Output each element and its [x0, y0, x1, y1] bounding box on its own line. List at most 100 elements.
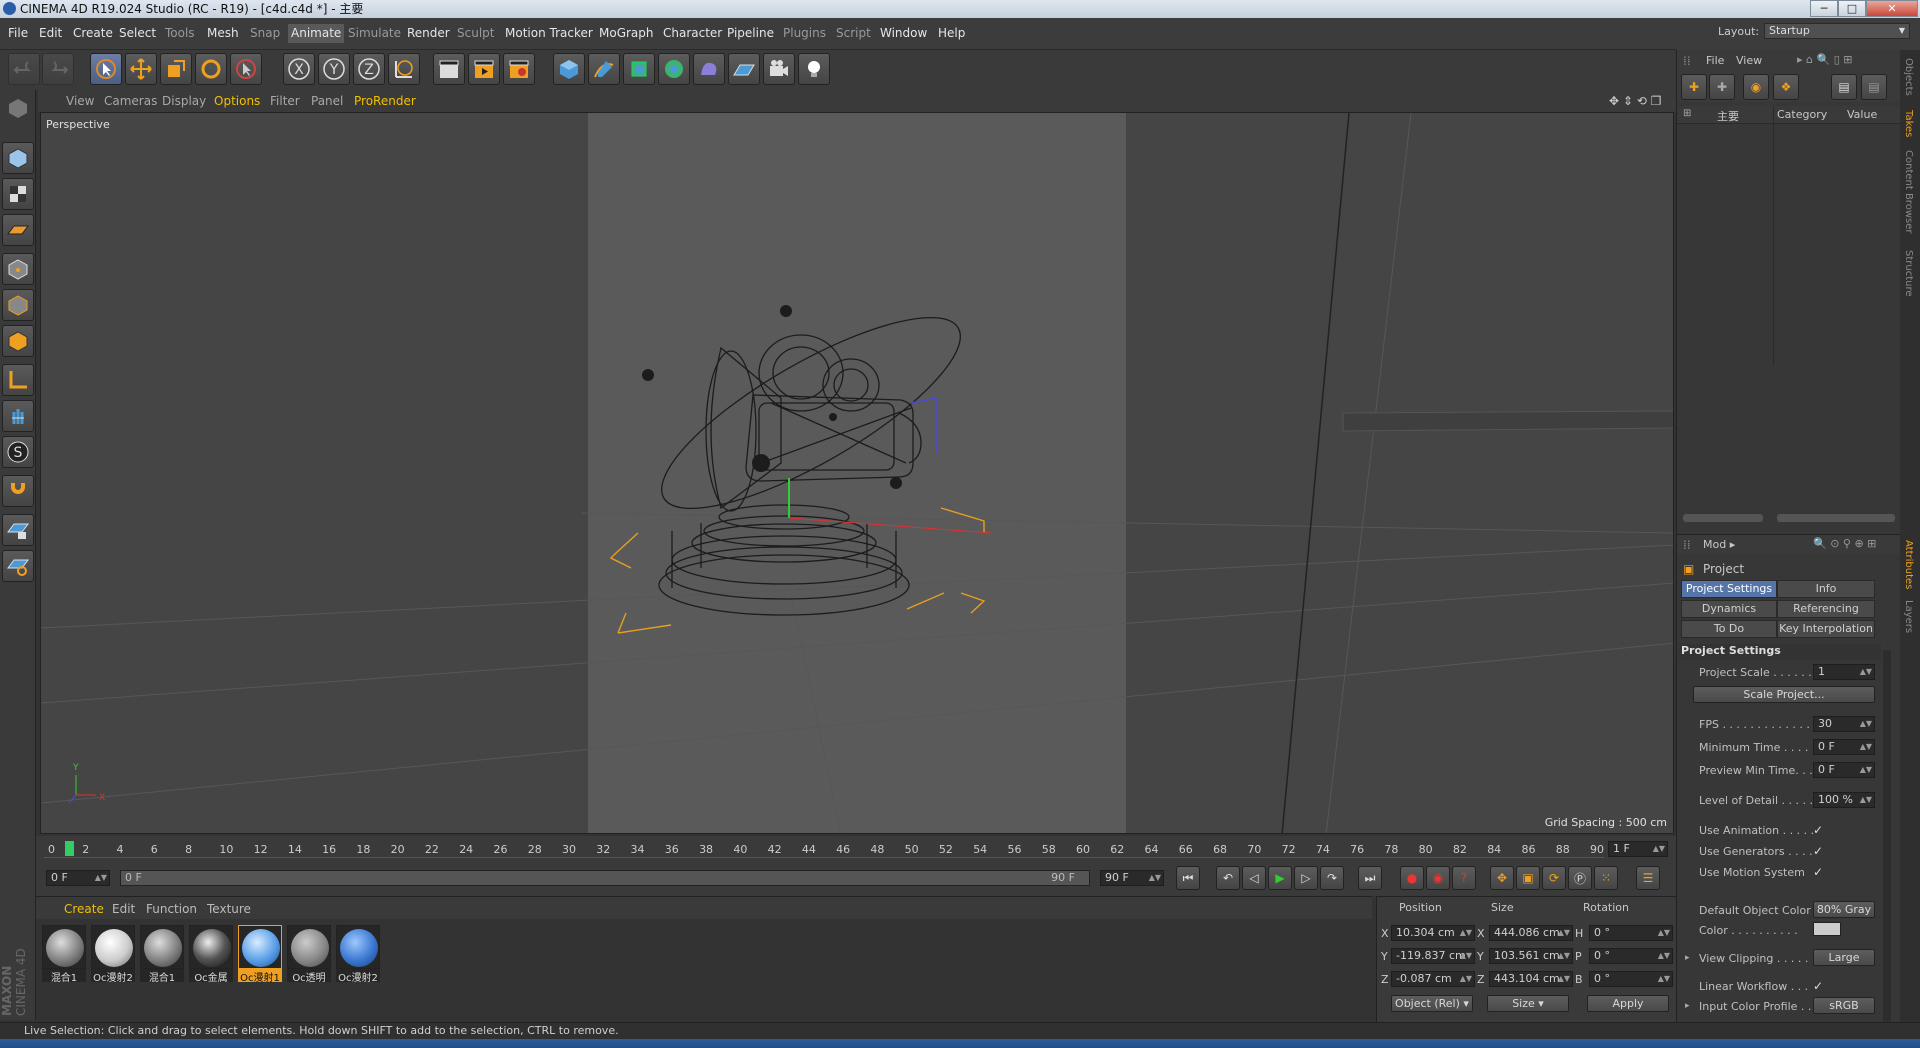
tab-todo[interactable]: To Do [1681, 620, 1777, 638]
close-button[interactable]: ✕ [1866, 0, 1918, 17]
om-tool-4-button[interactable]: ❖ [1773, 74, 1799, 100]
scale-tool-button[interactable] [160, 53, 192, 85]
menu-script[interactable]: Script [836, 26, 871, 40]
menu-animate[interactable]: Animate [288, 24, 345, 43]
coord-size-field[interactable]: 103.561 cm ▲▼ [1489, 948, 1573, 964]
goto-prev-key-button[interactable]: ↶ [1216, 866, 1240, 890]
coord-mode-dropdown[interactable]: Object (Rel) ▾ [1391, 995, 1473, 1012]
spinner-icon[interactable]: ▲▼ [1658, 926, 1670, 940]
coord-rotation-field[interactable]: 0 ° ▲▼ [1589, 948, 1673, 964]
dropdown-view-clipping[interactable]: Large [1813, 949, 1875, 966]
root-object[interactable]: 主要 [1717, 108, 1739, 124]
enable-snap-button[interactable] [2, 475, 34, 507]
render-settings-button[interactable] [503, 53, 535, 85]
coordinate-system-button[interactable] [388, 53, 420, 85]
goto-next-key-button[interactable]: ↷ [1320, 866, 1344, 890]
render-to-picture-viewer-button[interactable] [468, 53, 500, 85]
vp-menu-display[interactable]: Display [162, 94, 206, 108]
dropdown-input-color-profile[interactable]: sRGB [1813, 997, 1875, 1014]
expand-arrow-2-icon[interactable]: ▸ [1685, 1001, 1690, 1011]
undo-button[interactable] [8, 53, 40, 85]
apply-button[interactable]: Apply [1587, 995, 1669, 1012]
spinner-icon[interactable]: ▲▼ [1658, 949, 1670, 963]
input-fps[interactable]: 30 ▲▼ [1813, 716, 1875, 732]
om-hscroll-right[interactable] [1777, 514, 1895, 522]
key-rotation-button[interactable]: ⟳ [1542, 866, 1566, 890]
add-cube-button[interactable] [553, 53, 585, 85]
workplane-mode-button[interactable] [2, 214, 34, 246]
spinner-icon[interactable]: ▲▼ [1658, 972, 1670, 986]
coord-rotation-field[interactable]: 0 ° ▲▼ [1589, 971, 1673, 987]
goto-start-button[interactable]: ⏮ [1176, 866, 1200, 890]
play-button[interactable]: ▶ [1268, 866, 1292, 890]
side-tab-takes[interactable]: Takes [1903, 110, 1914, 137]
menu-render[interactable]: Render [407, 26, 450, 40]
spinner-icon[interactable]: ▲▼ [1460, 949, 1472, 963]
attr-mode-menu[interactable]: Mod ▸ [1703, 538, 1735, 551]
end-frame-field[interactable]: 90 F ▲▼ [1100, 870, 1164, 886]
menu-window[interactable]: Window [880, 26, 927, 40]
menu-tools[interactable]: Tools [165, 26, 195, 40]
model-mode-button[interactable] [2, 142, 34, 174]
next-frame-button[interactable]: ▷ [1294, 866, 1318, 890]
key-position-button[interactable]: ✥ [1490, 866, 1514, 890]
start-frame-field[interactable]: 0 F ▲▼ [46, 870, 110, 886]
input-min-time[interactable]: 0 F ▲▼ [1813, 739, 1875, 755]
om-tool-5-button[interactable]: ▤ [1831, 74, 1857, 100]
input-preview-min-time[interactable]: 0 F ▲▼ [1813, 762, 1875, 778]
preview-range-slider[interactable]: 0 F 90 F [120, 870, 1090, 886]
input-lod[interactable]: 100 % ▲▼ [1813, 792, 1875, 808]
edges-mode-button[interactable] [2, 289, 34, 321]
menu-sculpt[interactable]: Sculpt [457, 26, 494, 40]
material-thumbnail[interactable] [42, 925, 86, 969]
keyframe-selection-button[interactable]: ? [1452, 866, 1476, 890]
snap-button[interactable]: S [2, 436, 34, 468]
rotate-tool-button[interactable] [195, 53, 227, 85]
vp-menu-filter[interactable]: Filter [270, 94, 300, 108]
autokey-button[interactable]: ◉ [1426, 866, 1450, 890]
om-tool-6-button[interactable]: ▤ [1861, 74, 1887, 100]
menu-select[interactable]: Select [119, 26, 156, 40]
menu-snap[interactable]: Snap [250, 26, 280, 40]
menu-create[interactable]: Create [73, 26, 113, 40]
live-selection-button[interactable] [90, 53, 122, 85]
tab-referencing[interactable]: Referencing [1777, 600, 1875, 618]
maximize-button[interactable]: □ [1838, 0, 1866, 17]
spinner-icon[interactable]: ▲▼ [1558, 926, 1570, 940]
material-label[interactable]: Oc金属 [189, 969, 233, 982]
layout-dropdown[interactable]: Startup ▼ [1764, 23, 1910, 39]
spinner-icon[interactable]: ▲▼ [1558, 949, 1570, 963]
scale-project-button[interactable]: Scale Project... [1693, 686, 1875, 703]
timeline-playhead[interactable] [65, 841, 75, 856]
material-label[interactable]: 混合1 [42, 969, 86, 982]
add-light-button[interactable] [798, 53, 830, 85]
spinner-icon[interactable]: ▲▼ [1460, 926, 1472, 940]
timeline-ruler[interactable]: 0 2 4 6 8 10 12 14 16 18 20 22 24 26 28 30 32 34 36 38 40 42 4… [44, 838, 1604, 858]
texture-mode-button[interactable] [2, 178, 34, 210]
coord-position-field[interactable]: 10.304 cm ▲▼ [1391, 925, 1475, 941]
side-tab-content-browser[interactable]: Content Browser [1903, 150, 1914, 233]
material-thumbnail[interactable] [287, 925, 331, 969]
add-camera-button[interactable] [763, 53, 795, 85]
goto-end-button[interactable]: ⏭ [1358, 866, 1382, 890]
mat-menu-create[interactable]: Create [64, 902, 104, 916]
side-tab-layers[interactable]: Layers [1903, 600, 1914, 633]
tab-key-interpolation[interactable]: Key Interpolation [1777, 620, 1875, 638]
material-label[interactable]: Oc漫射2 [91, 969, 135, 982]
checkbox-use-generators[interactable]: ✓ [1813, 845, 1827, 858]
om-hscroll-left[interactable] [1683, 514, 1763, 522]
om-toolbar-icons[interactable]: ▸ ⌂ 🔍 ▯ ⊞ [1797, 53, 1852, 66]
redo-button[interactable] [42, 53, 74, 85]
side-tab-objects[interactable]: Objects [1903, 58, 1914, 96]
checkbox-linear-workflow[interactable]: ✓ [1813, 980, 1827, 993]
mat-menu-texture[interactable]: Texture [207, 902, 251, 916]
key-parameter-button[interactable]: Ⓟ [1568, 866, 1592, 890]
prev-frame-button[interactable]: ◁ [1242, 866, 1266, 890]
menu-plugins[interactable]: Plugins [783, 26, 826, 40]
om-tool-1-button[interactable]: ✚ [1681, 74, 1707, 100]
attr-vscroll[interactable] [1883, 650, 1891, 1030]
menu-mesh[interactable]: Mesh [207, 26, 239, 40]
current-frame-field[interactable]: 1 F ▲▼ [1608, 841, 1668, 857]
material-thumbnail[interactable] [91, 925, 135, 969]
coord-rotation-field[interactable]: 0 ° ▲▼ [1589, 925, 1673, 941]
